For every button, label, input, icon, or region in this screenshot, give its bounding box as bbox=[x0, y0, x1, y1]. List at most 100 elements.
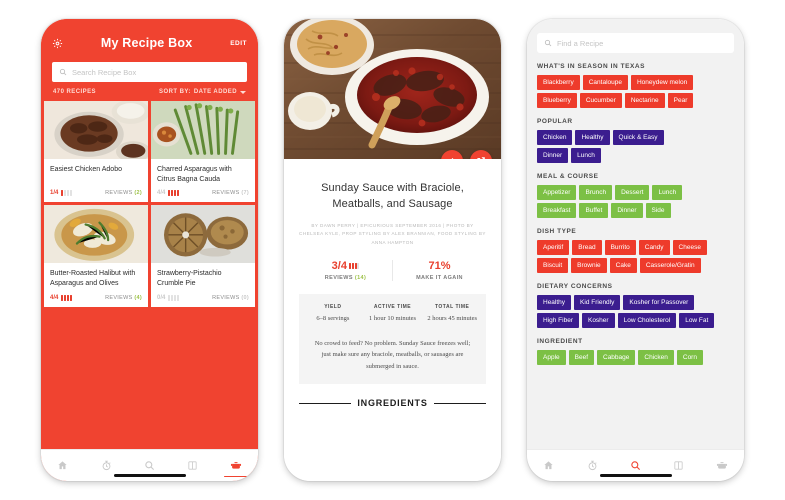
category-tag[interactable]: Honeydew melon bbox=[630, 75, 694, 90]
nav-item-pot[interactable] bbox=[701, 450, 744, 481]
category-heading: INGREDIENT bbox=[537, 338, 583, 345]
tag-row: Chicken Healthy Quick & Easy bbox=[537, 130, 744, 145]
category-tag[interactable]: Burrito bbox=[604, 240, 636, 255]
category-heading: DISH TYPE bbox=[537, 228, 577, 235]
nav-item-home[interactable] bbox=[527, 450, 570, 481]
category-tag[interactable]: Buffet bbox=[579, 203, 609, 218]
page-title: My Recipe Box bbox=[100, 36, 193, 50]
meta-heading: YIELD bbox=[324, 304, 342, 311]
fork-icon bbox=[66, 190, 69, 197]
stat-value: 3/4 bbox=[299, 260, 392, 272]
category-tag[interactable]: Candy bbox=[638, 240, 670, 255]
nav-item-home[interactable] bbox=[41, 450, 84, 481]
category-tag[interactable]: Dinner bbox=[537, 148, 569, 163]
category-tag[interactable]: Beef bbox=[568, 350, 594, 365]
sort-control[interactable]: SORT BY: DATE ADDED bbox=[159, 89, 246, 95]
hero-food-photo bbox=[284, 19, 501, 159]
meta-value: 1 hour 10 minutes bbox=[368, 315, 417, 323]
category-tag[interactable]: Blueberry bbox=[537, 93, 577, 108]
category-scroll[interactable]: WHAT'S IN SEASON IN TEXAS Blackberry Canta… bbox=[527, 53, 744, 449]
search-input[interactable]: Find a Recipe bbox=[537, 33, 734, 53]
category-tag[interactable]: Lunch bbox=[652, 185, 683, 200]
meta-value: 6–8 servings bbox=[316, 315, 350, 323]
category-tag[interactable]: Breakfast bbox=[537, 203, 577, 218]
category-tag[interactable]: High Fiber bbox=[537, 313, 579, 328]
category-heading: DIETARY CONCERNS bbox=[537, 283, 613, 290]
category-tag[interactable]: Cucumber bbox=[579, 93, 622, 108]
category-tag[interactable]: Kosher bbox=[581, 313, 615, 328]
recipe-card[interactable]: Charred Asparagus with Citrus Bagna Caud… bbox=[151, 101, 255, 203]
tag-row: Blackberry Cantaloupe Honeydew melon bbox=[537, 75, 744, 90]
recipe-card-title: Charred Asparagus with Citrus Bagna Caud… bbox=[157, 166, 232, 184]
rule-left bbox=[299, 402, 352, 404]
category-tag[interactable]: Lunch bbox=[571, 148, 601, 163]
category-tag[interactable]: Cheese bbox=[672, 240, 707, 255]
category-tag[interactable]: Side bbox=[645, 203, 671, 218]
nav-item-pot[interactable] bbox=[215, 450, 258, 481]
category-tag[interactable]: Cake bbox=[609, 258, 637, 273]
share-button[interactable] bbox=[470, 150, 492, 159]
fork-icon bbox=[168, 294, 171, 301]
category-tag[interactable]: Brownie bbox=[571, 258, 607, 273]
category-tag[interactable]: Cabbage bbox=[597, 350, 636, 365]
tag-row: Appetizer Brunch Dessert Lunch bbox=[537, 185, 744, 200]
category-tag[interactable]: Healthy bbox=[575, 130, 610, 145]
screenshot-stage: My Recipe Box EDIT Search Recipe Box 470… bbox=[0, 0, 785, 500]
recipe-card-footer: 4/4 REVIEWS (4) bbox=[44, 290, 148, 307]
recipe-card[interactable]: Easiest Chicken Adobo 1/4 REVIEWS (2) bbox=[44, 101, 148, 203]
category-tag[interactable]: Cantaloupe bbox=[582, 75, 628, 90]
category-tag[interactable]: Kosher for Passover bbox=[623, 295, 695, 310]
tag-row: Healthy Kid Friendly Kosher for Passover bbox=[537, 295, 744, 310]
ingredients-heading: INGREDIENTS bbox=[299, 384, 486, 409]
recipe-grid-scroll[interactable]: Easiest Chicken Adobo 1/4 REVIEWS (2) Charr… bbox=[41, 101, 258, 449]
category-tag[interactable]: Dessert bbox=[615, 185, 650, 200]
category-tag[interactable]: Low Fat bbox=[679, 313, 715, 328]
category-tag[interactable]: Low Cholesterol bbox=[617, 313, 677, 328]
fork-icon bbox=[63, 294, 66, 301]
sort-value: DATE ADDED bbox=[193, 89, 237, 95]
meta-heading: TOTAL TIME bbox=[434, 304, 470, 311]
recipe-card-image bbox=[44, 205, 148, 265]
category-tag[interactable]: Nectarine bbox=[624, 93, 665, 108]
category-tag[interactable]: Casserole/Gratin bbox=[639, 258, 701, 273]
category-tag[interactable]: Apple bbox=[537, 350, 566, 365]
category-tag[interactable]: Chicken bbox=[537, 130, 573, 145]
category-tag[interactable]: Corn bbox=[676, 350, 703, 365]
recipe-card-footer: 4/4 REVIEWS (7) bbox=[151, 185, 255, 202]
fork-icon bbox=[63, 190, 66, 197]
recipe-card-image bbox=[44, 101, 148, 163]
pot-icon bbox=[716, 460, 728, 471]
category-tag[interactable]: Brunch bbox=[579, 185, 613, 200]
rating-value: 0/4 bbox=[157, 294, 166, 301]
search-input[interactable]: Search Recipe Box bbox=[52, 62, 247, 82]
gear-icon[interactable] bbox=[52, 38, 63, 49]
fork-icon bbox=[66, 294, 69, 301]
category-tag[interactable]: Appetizer bbox=[537, 185, 577, 200]
book-icon bbox=[673, 460, 684, 471]
recipe-box-header: My Recipe Box EDIT Search Recipe Box 470… bbox=[41, 19, 258, 101]
category-tag[interactable]: Chicken bbox=[638, 350, 674, 365]
recipe-card-image bbox=[151, 205, 255, 265]
category-tag[interactable]: Quick & Easy bbox=[612, 130, 664, 145]
recipe-card-footer: 1/4 REVIEWS (2) bbox=[44, 185, 148, 202]
category-tag[interactable]: Bread bbox=[572, 240, 602, 255]
tag-row: High Fiber Kosher Low Cholesterol Low Fat bbox=[537, 313, 744, 328]
edit-button[interactable]: EDIT bbox=[230, 40, 247, 47]
recipe-card[interactable]: Strawberry-Pistachio Crumble Pie 0/4 REVIE… bbox=[151, 205, 255, 307]
category-tag[interactable]: Dinner bbox=[611, 203, 643, 218]
category-tag[interactable]: Blackberry bbox=[537, 75, 580, 90]
ingredients-label: INGREDIENTS bbox=[357, 398, 428, 409]
fork-icon bbox=[173, 190, 176, 197]
timer-icon bbox=[101, 460, 112, 471]
recipe-detail-body[interactable]: Sunday Sauce with Braciole, Meatballs, a… bbox=[284, 159, 501, 481]
phone-mockup-recipe-detail: Sunday Sauce with Braciole, Meatballs, a… bbox=[284, 19, 501, 481]
category-tag[interactable]: Aperitif bbox=[537, 240, 570, 255]
category-tag[interactable]: Biscuit bbox=[537, 258, 569, 273]
add-to-recipe-box-button[interactable] bbox=[441, 150, 463, 159]
recipe-card[interactable]: Butter-Roasted Halibut with Asparagus an… bbox=[44, 205, 148, 307]
category-tag[interactable]: Healthy bbox=[537, 295, 572, 310]
category-tag[interactable]: Kid Friendly bbox=[574, 295, 621, 310]
category-tag[interactable]: Pear bbox=[667, 93, 694, 108]
phone-mockup-recipe-box: My Recipe Box EDIT Search Recipe Box 470… bbox=[41, 19, 258, 481]
rating-value: 4/4 bbox=[50, 294, 59, 301]
